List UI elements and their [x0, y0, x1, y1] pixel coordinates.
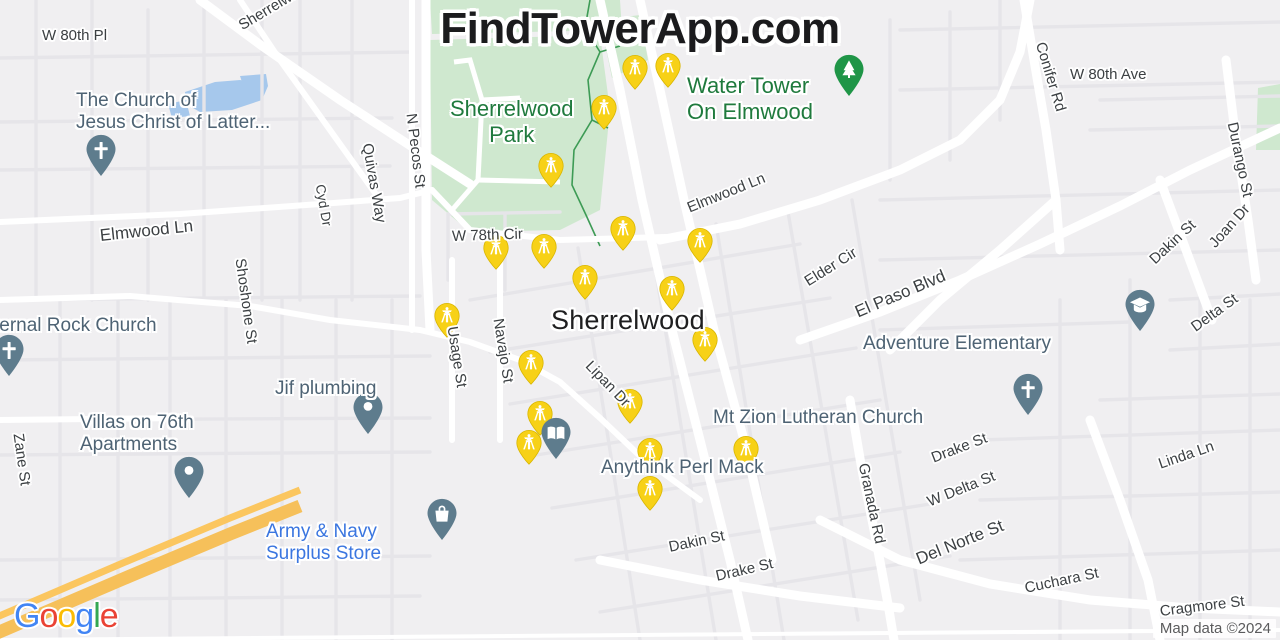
google-logo-letter: g	[75, 597, 94, 635]
cell-tower-marker[interactable]	[635, 437, 665, 473]
cell-tower-marker[interactable]	[608, 215, 638, 251]
google-logo-letter: G	[14, 597, 40, 635]
church-icon[interactable]	[1011, 372, 1045, 416]
cell-tower-marker[interactable]	[635, 475, 665, 511]
map-viewport[interactable]: FindTowerApp.com W 80th Pl W 80th Ave Co…	[0, 0, 1280, 640]
cell-tower-marker[interactable]	[620, 54, 650, 90]
cell-tower-marker[interactable]	[529, 233, 559, 269]
map-attribution: Map data ©2024	[1152, 619, 1276, 638]
cell-tower-marker[interactable]	[731, 435, 761, 471]
graduation-icon[interactable]	[1123, 288, 1157, 332]
cell-tower-marker[interactable]	[657, 275, 687, 311]
cell-tower-marker[interactable]	[516, 349, 546, 385]
cell-tower-marker[interactable]	[481, 234, 511, 270]
bag-icon[interactable]	[425, 497, 459, 541]
google-logo: Google	[14, 597, 119, 636]
church-icon[interactable]	[0, 333, 26, 377]
google-logo-letter: e	[99, 597, 119, 635]
church-icon[interactable]	[84, 133, 118, 177]
tree-icon[interactable]	[832, 53, 866, 97]
dot-icon[interactable]	[172, 455, 206, 499]
cell-tower-marker[interactable]	[570, 264, 600, 300]
dot-icon[interactable]	[351, 391, 385, 435]
cell-tower-marker[interactable]	[589, 94, 619, 130]
cell-tower-marker[interactable]	[536, 152, 566, 188]
google-logo-letter: o	[39, 597, 58, 635]
book-icon[interactable]	[539, 416, 573, 460]
cell-tower-marker[interactable]	[615, 388, 645, 424]
map-canvas	[0, 0, 1280, 640]
google-logo-letter: o	[57, 597, 76, 635]
cell-tower-marker[interactable]	[685, 227, 715, 263]
cell-tower-marker[interactable]	[432, 302, 462, 338]
cell-tower-marker[interactable]	[690, 326, 720, 362]
cell-tower-marker[interactable]	[653, 52, 683, 88]
